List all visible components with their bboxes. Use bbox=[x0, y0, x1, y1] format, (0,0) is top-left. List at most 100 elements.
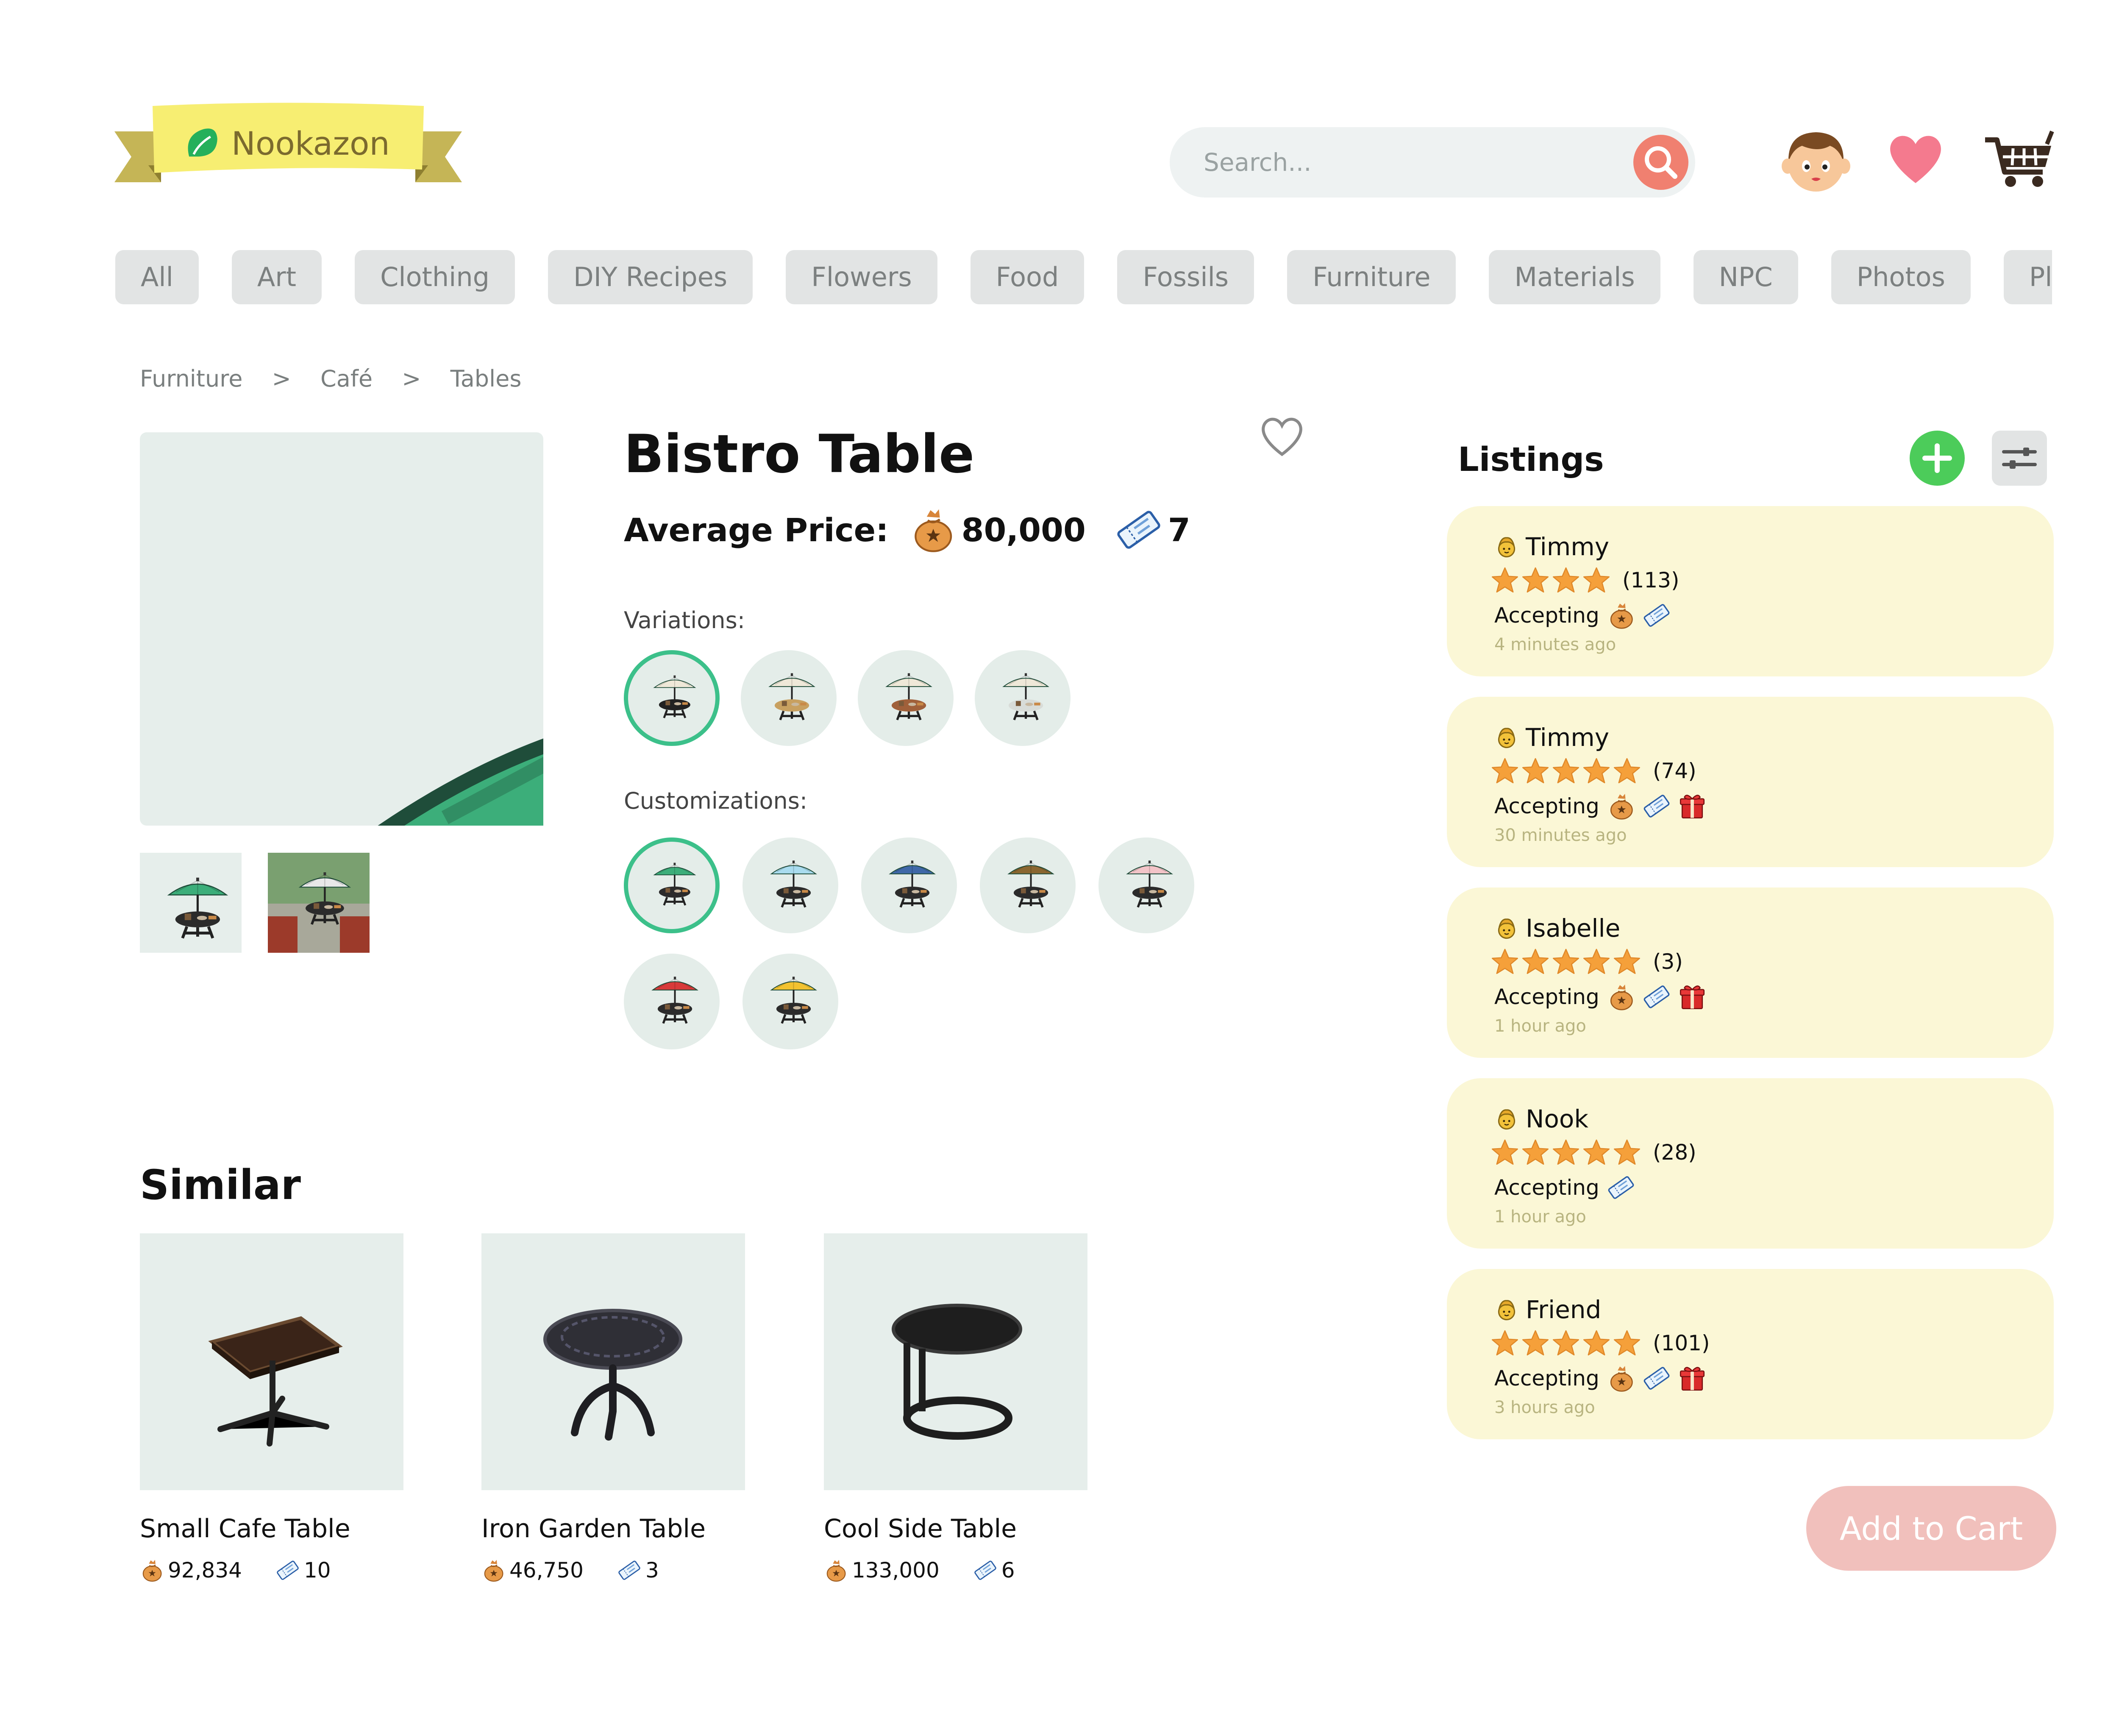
similar-item-card[interactable] bbox=[140, 1233, 403, 1490]
customization-swatch-image bbox=[1098, 837, 1194, 933]
brand-logo[interactable]: Nookazon bbox=[114, 97, 462, 199]
listing-card[interactable]: Nook (28) Accepting 1 hour ago bbox=[1447, 1078, 2054, 1249]
star-icon bbox=[1521, 1329, 1549, 1357]
add-listing-button[interactable] bbox=[1910, 431, 1965, 486]
star-icon bbox=[1582, 1329, 1610, 1357]
breadcrumb-cafe[interactable]: Café bbox=[320, 365, 373, 392]
similar-item-name[interactable]: Iron Garden Table bbox=[481, 1514, 706, 1544]
listing-card[interactable]: Timmy (113) Accepting 4 minutes ago bbox=[1447, 506, 2054, 676]
breadcrumb-tables[interactable]: Tables bbox=[450, 365, 522, 392]
star-icon bbox=[1552, 757, 1580, 785]
similar-item-card[interactable] bbox=[824, 1233, 1087, 1490]
similar-item-tickets: 3 bbox=[645, 1558, 659, 1583]
category-diy-recipes[interactable]: DIY Recipes bbox=[548, 250, 753, 304]
customization-swatch[interactable] bbox=[624, 954, 720, 1049]
variation-swatch[interactable] bbox=[741, 650, 837, 746]
category-fossils[interactable]: Fossils bbox=[1117, 250, 1254, 304]
search-bar[interactable] bbox=[1170, 127, 1695, 198]
star-icon bbox=[1491, 1138, 1519, 1166]
star-icon bbox=[1491, 566, 1519, 594]
variation-swatch[interactable] bbox=[858, 650, 954, 746]
category-plants[interactable]: Plant bbox=[2003, 250, 2052, 304]
similar-item-name[interactable]: Cool Side Table bbox=[824, 1514, 1017, 1544]
listing-card[interactable]: Friend (101) Accepting 3 hours ago bbox=[1447, 1269, 2054, 1439]
star-icon bbox=[1582, 757, 1610, 785]
gift-icon bbox=[1678, 983, 1706, 1011]
similar-item-card[interactable] bbox=[481, 1233, 745, 1490]
category-all[interactable]: All bbox=[115, 250, 199, 304]
customization-swatch[interactable] bbox=[742, 954, 838, 1049]
plus-icon bbox=[1922, 443, 1952, 473]
search-button[interactable] bbox=[1633, 135, 1688, 190]
villager-avatar-icon[interactable] bbox=[1780, 127, 1852, 195]
category-art[interactable]: Art bbox=[231, 250, 322, 304]
listing-user[interactable]: Nook bbox=[1493, 1104, 1588, 1133]
add-to-cart-button[interactable]: Add to Cart bbox=[1806, 1486, 2056, 1571]
listing-accepting: Accepting bbox=[1494, 1171, 1635, 1205]
listing-user[interactable]: Timmy bbox=[1493, 532, 1609, 561]
user-icon bbox=[1493, 1106, 1520, 1132]
star-icon bbox=[1521, 757, 1549, 785]
customization-swatch-image bbox=[742, 837, 838, 933]
favorite-heart-icon[interactable] bbox=[1259, 415, 1305, 458]
category-photos[interactable]: Photos bbox=[1831, 250, 1971, 304]
category-flowers[interactable]: Flowers bbox=[786, 250, 937, 304]
nook-miles-ticket-icon bbox=[1643, 1364, 1671, 1392]
product-main-image bbox=[140, 432, 543, 826]
filter-button[interactable] bbox=[1992, 431, 2047, 486]
variation-swatch[interactable] bbox=[624, 650, 720, 746]
customization-swatch-image bbox=[624, 954, 720, 1049]
similar-item-price: 133,000 6 bbox=[824, 1558, 1015, 1583]
gift-icon bbox=[1678, 792, 1706, 820]
listing-card[interactable]: Timmy (74) Accepting 30 minutes ago bbox=[1447, 697, 2054, 867]
listing-card[interactable]: Isabelle (3) Accepting 1 hour ago bbox=[1447, 887, 2054, 1058]
search-input[interactable] bbox=[1204, 140, 1585, 185]
brand-name: Nookazon bbox=[231, 125, 390, 162]
star-icon bbox=[1613, 948, 1641, 976]
variation-swatch[interactable] bbox=[975, 650, 1071, 746]
average-price-label: Average Price: bbox=[624, 511, 889, 549]
customization-swatch[interactable] bbox=[1098, 837, 1194, 933]
breadcrumb: Furniture > Café > Tables bbox=[140, 365, 543, 392]
star-icon bbox=[1552, 1138, 1580, 1166]
customization-swatch[interactable] bbox=[861, 837, 957, 933]
category-npc[interactable]: NPC bbox=[1693, 250, 1798, 304]
thumbnail-scene-image bbox=[268, 853, 370, 953]
accepting-label: Accepting bbox=[1494, 794, 1599, 818]
listing-user[interactable]: Timmy bbox=[1493, 723, 1609, 752]
star-icon bbox=[1613, 1138, 1641, 1166]
variation-swatch-image bbox=[858, 650, 954, 746]
star-icon bbox=[1613, 757, 1641, 785]
nook-miles-ticket-icon bbox=[1643, 601, 1671, 629]
listing-username: Nook bbox=[1526, 1104, 1588, 1133]
similar-item-name[interactable]: Small Cafe Table bbox=[140, 1514, 350, 1544]
product-thumbnail-scene[interactable] bbox=[268, 853, 370, 953]
customization-swatch[interactable] bbox=[980, 837, 1076, 933]
customization-swatch-image bbox=[742, 954, 838, 1049]
bell-bag-icon bbox=[1607, 792, 1635, 820]
similar-title: Similar bbox=[140, 1161, 301, 1209]
category-materials[interactable]: Materials bbox=[1489, 250, 1660, 304]
category-bar: All Art Clothing DIY Recipes Flowers Food Foss… bbox=[115, 250, 2052, 305]
category-furniture[interactable]: Furniture bbox=[1287, 250, 1456, 304]
similar-item-bells: 133,000 bbox=[852, 1558, 940, 1583]
category-clothing[interactable]: Clothing bbox=[355, 250, 515, 304]
product-thumbnail[interactable] bbox=[140, 853, 242, 953]
listing-username: Isabelle bbox=[1526, 914, 1621, 943]
shopping-cart-icon[interactable] bbox=[1983, 127, 2055, 195]
gift-icon bbox=[1678, 1364, 1706, 1392]
bell-bag-icon bbox=[909, 506, 956, 553]
category-food[interactable]: Food bbox=[970, 250, 1085, 304]
listing-username: Friend bbox=[1526, 1295, 1602, 1324]
customization-swatch[interactable] bbox=[624, 837, 720, 933]
listing-user[interactable]: Isabelle bbox=[1493, 914, 1620, 943]
heart-icon[interactable] bbox=[1886, 131, 1945, 186]
variation-swatch-image bbox=[628, 654, 715, 742]
listing-review-count: (3) bbox=[1653, 949, 1683, 974]
similar-item-bells: 92,834 bbox=[168, 1558, 242, 1583]
customization-swatch[interactable] bbox=[742, 837, 838, 933]
listing-user[interactable]: Friend bbox=[1493, 1295, 1601, 1324]
similar-item-price: 46,750 3 bbox=[481, 1558, 659, 1583]
sliders-icon bbox=[2002, 448, 2037, 469]
breadcrumb-furniture[interactable]: Furniture bbox=[140, 365, 242, 392]
